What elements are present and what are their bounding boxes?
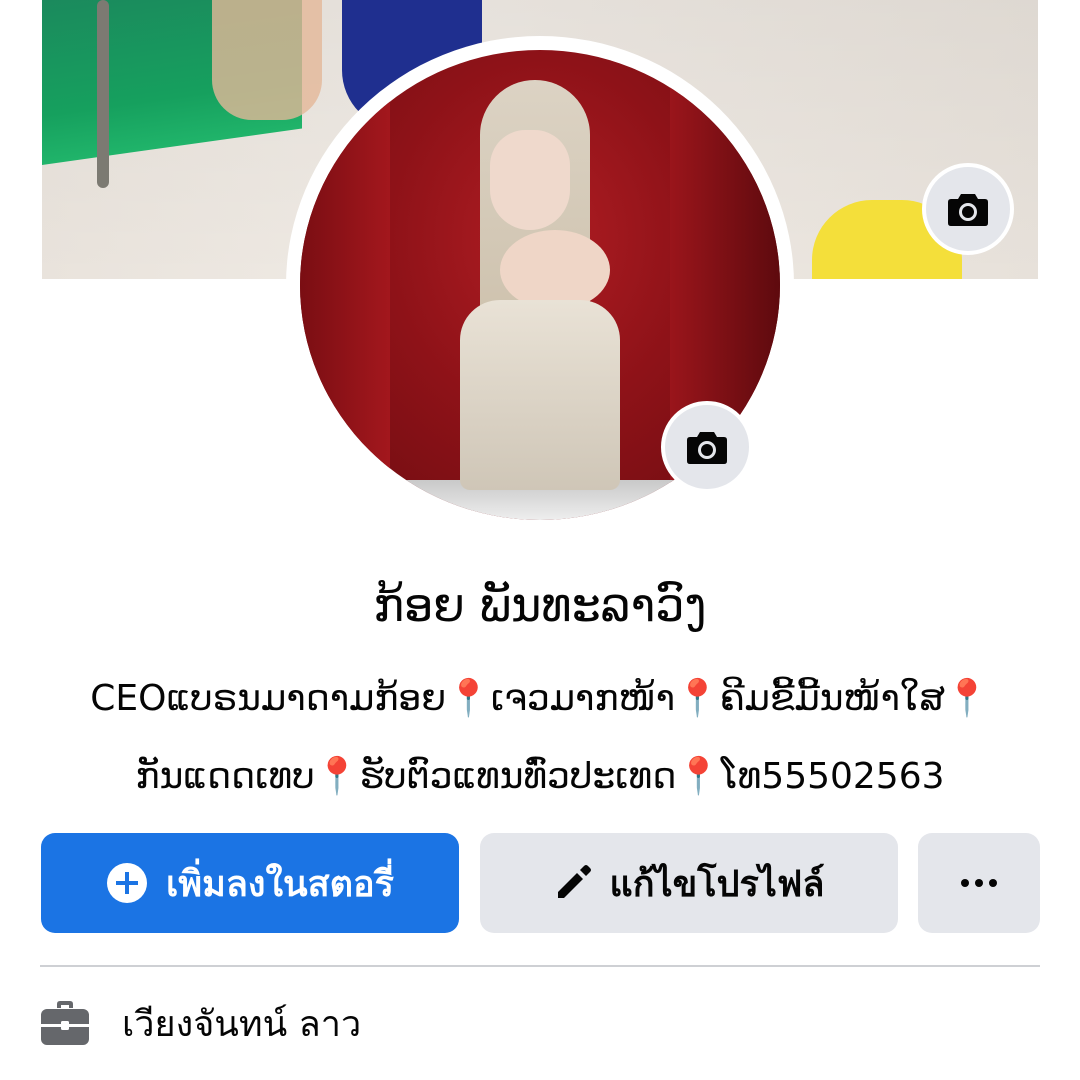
profile-name: ກ້ອຍ ພັນທະລາວົງ — [373, 578, 707, 632]
avatar-shoulder — [500, 230, 610, 310]
edit-cover-photo-button[interactable] — [922, 163, 1014, 255]
avatar-face — [490, 130, 570, 230]
add-to-story-label: เพิ่มลงในสตอรี่ — [166, 863, 394, 905]
camera-icon — [687, 432, 727, 464]
edit-profile-picture-button[interactable] — [661, 401, 753, 493]
bio-line-1: CEOແບຣນມາດາມກ້ອຍ📍ເຈວມາກໜ້າ📍ຄີມຂີ້ມີ້ນໜ້າ… — [90, 678, 990, 719]
cover-tent-pole — [97, 0, 109, 188]
edit-profile-button[interactable]: แก้ไขโปรไฟล์ — [480, 833, 898, 933]
more-options-button[interactable] — [918, 833, 1040, 933]
section-divider — [40, 965, 1040, 967]
pencil-icon — [557, 865, 591, 898]
plus-circle-icon — [107, 863, 148, 903]
avatar-curtain-left — [300, 50, 390, 520]
edit-profile-label: แก้ไขโปรไฟล์ — [609, 863, 825, 905]
bio-line-2: ກັນແດດເທບ📍ຮັບຕົວແທນທົ່ວປະເທດ📍ໂທ55502563 — [135, 756, 945, 797]
ellipsis-icon — [961, 879, 997, 887]
work-location-text: เวียงจันทน์ ลาว — [122, 1003, 362, 1045]
work-detail-row: เวียงจันทน์ ลาว — [40, 995, 361, 1051]
camera-icon — [948, 194, 988, 226]
briefcase-icon — [41, 1001, 89, 1045]
avatar-dress — [460, 300, 620, 490]
profile-bio: CEOແບຣນມາດາມກ້ອຍ📍ເຈວມາກໜ້າ📍ຄີມຂີ້ມີ້ນໜ້າ… — [40, 660, 1040, 816]
add-to-story-button[interactable]: เพิ่มลงในสตอรี่ — [41, 833, 459, 933]
